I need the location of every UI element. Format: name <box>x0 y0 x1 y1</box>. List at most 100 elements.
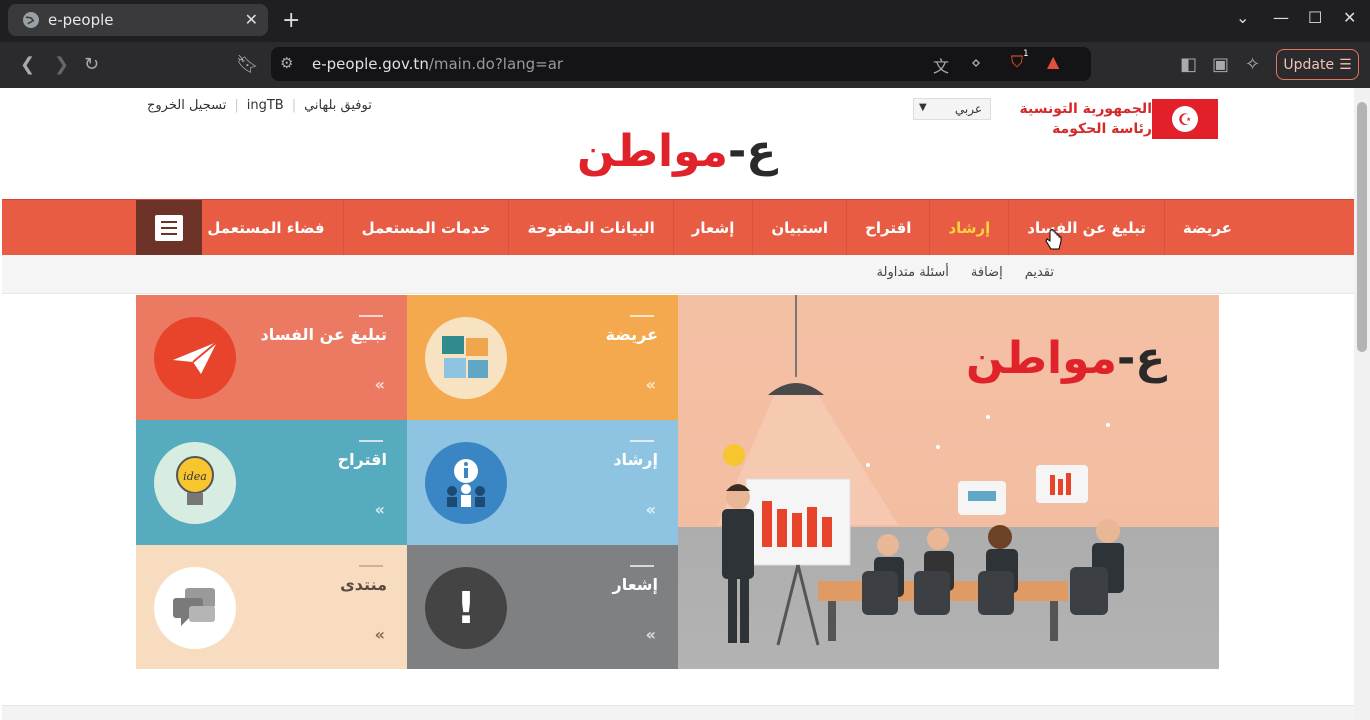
services-grid: عريضة « تبليغ عن الفساد « إرشاد « اقتراح… <box>136 295 1219 669</box>
subnav-add[interactable]: إضافة <box>971 265 1003 280</box>
user-id-link[interactable]: ingTB <box>247 98 284 113</box>
scrollbar-thumb[interactable] <box>1357 102 1367 352</box>
puzzle-icon <box>425 317 507 399</box>
main-nav: عريضة تبليغ عن الفساد إرشاد اقتراح استبي… <box>2 199 1354 256</box>
update-label: Update <box>1283 56 1335 73</box>
nav-item-report-corruption[interactable]: تبليغ عن الفساد <box>1008 200 1164 256</box>
minimize-icon[interactable]: — <box>1273 8 1289 27</box>
address-bar[interactable]: ⚙ e-people.gov.tn/main.do?lang=ar 文 ⋄ ⛉ … <box>271 47 1091 81</box>
separator: | <box>291 98 297 113</box>
more-chevron-icon[interactable]: « <box>646 375 656 394</box>
tile-title: عريضة <box>605 325 658 344</box>
wallet-icon[interactable]: ▣ <box>1212 54 1229 75</box>
nav-item-petition[interactable]: عريضة <box>1163 200 1250 256</box>
nav-item-notification[interactable]: إشعار <box>672 200 753 256</box>
nav-item-survey[interactable]: استبيان <box>752 200 846 256</box>
sub-nav-items: تقديم إضافة أسئلة متداولة <box>877 265 1054 280</box>
tile-petition[interactable]: عريضة « <box>407 295 678 420</box>
back-icon[interactable]: ❮ <box>20 54 35 75</box>
logo-prefix: ع- <box>727 126 777 177</box>
hero-banner: ع-مواطن <box>678 295 1219 669</box>
more-chevron-icon[interactable]: « <box>646 500 656 519</box>
sidebar-icon[interactable]: ◧ <box>1180 54 1197 75</box>
bulb-text: idea <box>183 470 207 483</box>
brave-shield-icon[interactable]: ⛉ <box>1011 52 1023 72</box>
tile-title: إرشاد <box>613 450 658 469</box>
republic-line1: الجمهورية التونسية <box>1019 101 1153 117</box>
globe-icon <box>23 12 39 28</box>
site-settings-icon[interactable]: ⚙ <box>280 54 293 72</box>
user-links: توفيق بلهاني | ingTB | تسجيل الخروج <box>147 98 372 113</box>
site-logo[interactable]: ع-مواطن <box>577 126 776 177</box>
tile-divider <box>630 440 654 442</box>
tile-guidance[interactable]: إرشاد « <box>407 420 678 545</box>
subnav-intro[interactable]: تقديم <box>1025 265 1054 280</box>
exclamation-icon: ! <box>425 567 507 649</box>
maximize-icon[interactable]: ☐ <box>1308 8 1322 27</box>
web-page: توفيق بلهاني | ingTB | تسجيل الخروج ▼ عر… <box>2 88 1354 720</box>
new-tab-icon[interactable]: + <box>282 8 300 33</box>
language-select[interactable]: ▼ عربي <box>913 98 991 120</box>
user-name-link[interactable]: توفيق بلهاني <box>304 98 372 113</box>
nav-item-user-space[interactable]: فضاء المستعمل <box>189 200 342 256</box>
sub-nav: تقديم إضافة أسئلة متداولة <box>2 255 1354 294</box>
tile-title: تبليغ عن الفساد <box>260 325 387 344</box>
republic-title: الجمهورية التونسية رئاسة الحكومة <box>1012 99 1153 139</box>
nav-item-user-services[interactable]: خدمات المستعمل <box>342 200 509 256</box>
tile-title: منتدى <box>340 575 387 594</box>
browser-tab[interactable]: e-people ✕ <box>8 4 268 36</box>
tunisia-flag-icon: ☪ <box>1152 99 1218 139</box>
update-button[interactable]: Update ☰ <box>1276 49 1359 80</box>
close-tab-icon[interactable]: ✕ <box>245 10 258 29</box>
chevron-down-icon: ▼ <box>919 102 927 113</box>
subnav-faq[interactable]: أسئلة متداولة <box>877 265 949 280</box>
close-window-icon[interactable]: ✕ <box>1343 8 1356 27</box>
menu-icon: ☰ <box>1339 56 1352 73</box>
browser-tab-strip: e-people ✕ + ⌄ — ☐ ✕ <box>0 0 1370 42</box>
nav-item-guidance[interactable]: إرشاد <box>929 200 1008 256</box>
speech-bubbles-icon <box>154 567 236 649</box>
separator: | <box>234 98 239 113</box>
idea-bulb-icon: idea <box>154 442 236 524</box>
nav-item-suggestion[interactable]: اقتراح <box>846 200 929 256</box>
more-chevron-icon[interactable]: « <box>375 375 385 394</box>
republic-line2: رئاسة الحكومة <box>1052 121 1152 137</box>
logout-link[interactable]: تسجيل الخروج <box>147 98 226 113</box>
page-scrollbar[interactable] <box>1354 88 1370 720</box>
page-bottom-strip <box>2 705 1354 720</box>
url-text: e-people.gov.tn/main.do?lang=ar <box>312 55 564 73</box>
tile-divider <box>359 565 383 567</box>
more-chevron-icon[interactable]: « <box>375 625 385 644</box>
tile-divider <box>359 315 383 317</box>
paper-plane-icon <box>154 317 236 399</box>
tile-divider <box>359 440 383 442</box>
reload-icon[interactable]: ↻ <box>84 54 99 75</box>
forward-icon[interactable]: ❯ <box>54 54 69 75</box>
tile-divider <box>630 315 654 317</box>
tile-forum[interactable]: منتدى « <box>136 545 407 669</box>
tile-title: إشعار <box>612 575 658 594</box>
logo-main: مواطن <box>577 126 728 177</box>
bookmark-icon[interactable]: 🔖︎ <box>236 54 259 75</box>
hamburger-icon <box>155 215 183 241</box>
translate-icon[interactable]: 文 <box>933 53 949 77</box>
tile-title: اقتراح <box>337 450 387 469</box>
tab-title: e-people <box>48 11 114 29</box>
main-nav-items: عريضة تبليغ عن الفساد إرشاد اقتراح استبي… <box>189 200 1250 256</box>
tab-search-icon[interactable]: ⌄ <box>1236 8 1249 27</box>
tile-suggestion[interactable]: اقتراح « idea <box>136 420 407 545</box>
more-chevron-icon[interactable]: « <box>646 625 656 644</box>
info-people-icon <box>425 442 507 524</box>
language-value: عربي <box>954 102 982 116</box>
more-chevron-icon[interactable]: « <box>375 500 385 519</box>
leo-ai-icon[interactable]: ✧ <box>1245 54 1260 75</box>
share-icon[interactable]: ⋄ <box>971 53 981 72</box>
nav-item-open-data[interactable]: البيانات المفتوحة <box>508 200 672 256</box>
rewards-icon[interactable]: ▲ <box>1047 52 1059 71</box>
browser-toolbar: ❮ ❯ ↻ 🔖︎ ⚙ e-people.gov.tn/main.do?lang=… <box>0 42 1370 88</box>
hand-cursor-icon <box>1045 229 1062 250</box>
tile-divider <box>630 565 654 567</box>
tile-report-corruption[interactable]: تبليغ عن الفساد « <box>136 295 407 420</box>
tile-notification[interactable]: إشعار « ! <box>407 545 678 669</box>
meeting-illustration <box>718 295 1124 646</box>
